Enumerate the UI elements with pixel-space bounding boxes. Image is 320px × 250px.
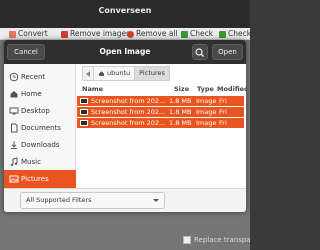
places-sidebar: Recent Home Desktop Documents Downloads …: [4, 64, 76, 188]
path-bar: ubuntu Pictures: [82, 66, 170, 81]
sidebar-item-downloads[interactable]: Downloads: [4, 136, 76, 154]
screen: Converseen Convert Remove images Remove …: [0, 0, 250, 250]
check-icon: [181, 30, 188, 38]
search-icon: [195, 48, 204, 57]
path-home-button[interactable]: ubuntu: [94, 66, 136, 81]
column-modified[interactable]: Modified: [217, 84, 246, 94]
image-file-icon: [80, 109, 88, 115]
path-back-arrow[interactable]: [82, 66, 94, 81]
app-title: Converseen: [98, 6, 152, 15]
home-icon: [99, 71, 104, 76]
sidebar-item-desktop[interactable]: Desktop: [4, 102, 76, 120]
image-file-icon: [80, 98, 88, 104]
app-title-bar: Converseen: [0, 0, 250, 28]
column-name[interactable]: Name: [82, 84, 103, 94]
sidebar-item-home[interactable]: Home: [4, 85, 76, 103]
file-type-filter-dropdown[interactable]: All Supported Filters: [20, 192, 165, 209]
desktop-icon: [9, 107, 19, 115]
remove-all-icon: [127, 30, 134, 38]
file-list-header: Name Size Type Modified: [79, 84, 246, 94]
cancel-button[interactable]: Cancel: [7, 44, 45, 60]
documents-icon: [11, 123, 18, 133]
replace-checkbox[interactable]: [183, 236, 191, 244]
music-icon: [10, 157, 18, 166]
sidebar-item-music[interactable]: Music: [4, 153, 76, 171]
home-icon: [10, 91, 18, 98]
open-image-dialog: Open Image Cancel Open Recent Home Deskt…: [4, 40, 246, 212]
chevron-down-icon: [153, 199, 159, 202]
check-icon: [219, 30, 226, 38]
convert-button[interactable]: Convert: [9, 28, 48, 40]
file-row[interactable]: Screenshot from 202... 1.8 MB Image Fri: [77, 96, 244, 106]
pictures-icon: [9, 175, 19, 183]
remove-all-button[interactable]: Remove all: [127, 28, 178, 40]
open-button[interactable]: Open: [212, 44, 243, 60]
search-button[interactable]: [192, 44, 208, 60]
check-button[interactable]: Check: [181, 28, 213, 40]
remove-icon: [61, 30, 68, 38]
sidebar-item-pictures[interactable]: Pictures: [4, 170, 76, 188]
file-row[interactable]: Screenshot from 202... 1.8 MB Image Fri: [77, 107, 244, 117]
main-toolbar: Convert Remove images Remove all Check C…: [0, 28, 250, 40]
dialog-header: Open Image Cancel Open: [4, 40, 246, 64]
path-current-button[interactable]: Pictures: [135, 66, 170, 81]
file-row[interactable]: Screenshot from 202... 1.8 MB Image Fri: [77, 118, 244, 128]
image-file-icon: [80, 120, 88, 126]
convert-icon: [9, 30, 16, 38]
column-type[interactable]: Type: [197, 84, 214, 94]
sidebar-item-recent[interactable]: Recent: [4, 68, 76, 86]
downloads-icon: [11, 141, 17, 149]
column-size[interactable]: Size: [174, 84, 189, 94]
clock-icon: [9, 72, 19, 82]
replace-transparency-option[interactable]: Replace transparen: [183, 236, 250, 244]
remove-images-button[interactable]: Remove images: [61, 28, 130, 40]
filter-bar: All Supported Filters: [4, 188, 246, 212]
sidebar-item-documents[interactable]: Documents: [4, 119, 76, 137]
check-button-2[interactable]: Check: [219, 28, 250, 40]
